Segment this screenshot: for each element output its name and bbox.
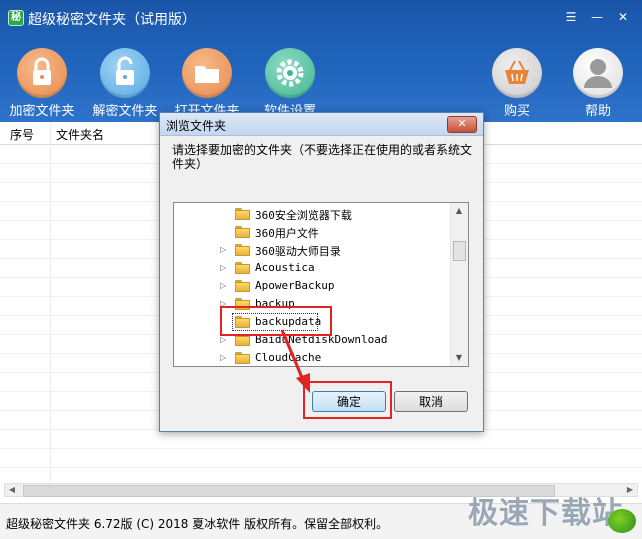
annotation-arrow-icon: [280, 329, 310, 393]
